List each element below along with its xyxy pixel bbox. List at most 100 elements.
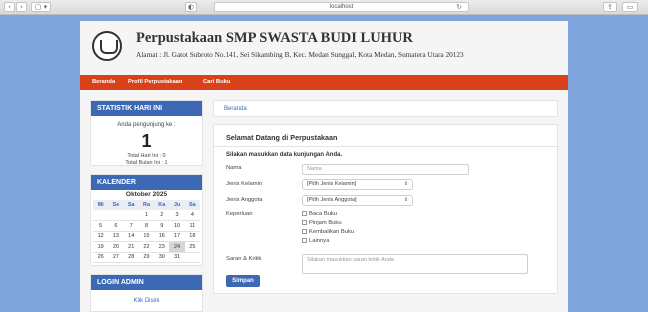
site-address: Alamat : Jl. Gatot Subroto No.141, Sei S… bbox=[136, 50, 464, 59]
jenis-anggota-select[interactable]: [Pilih Jenis Anggota] ⇕ bbox=[302, 195, 413, 206]
checkbox-lainnya[interactable]: Lainnya bbox=[302, 238, 329, 244]
breadcrumb: Beranda bbox=[213, 100, 558, 117]
checkbox-baca-buku[interactable]: Baca Buku bbox=[302, 211, 337, 217]
calendar-day[interactable]: 7 bbox=[123, 220, 139, 232]
saran-label: Saran & Kritik bbox=[226, 256, 262, 262]
calendar-day[interactable]: 9 bbox=[154, 220, 170, 232]
checkbox-label: Kembalikan Buku bbox=[309, 229, 355, 235]
saran-textarea[interactable]: Silakan masukkan saran kritik Anda bbox=[302, 254, 528, 274]
nama-input[interactable]: Nama bbox=[302, 164, 469, 175]
calendar-grid: Mi Se Sa Ra Ka Ju Sa 1 2 3 4 5 6 7 8 9 10 11 12 13 14 15 16 17 1… bbox=[93, 200, 200, 263]
form-title: Selamat Datang di Perpustakaan bbox=[226, 133, 338, 142]
calendar-day[interactable]: 27 bbox=[108, 252, 124, 263]
calendar-day[interactable]: 18 bbox=[184, 231, 200, 242]
calendar-day[interactable]: 5 bbox=[93, 220, 109, 232]
nav-item-profil[interactable]: Profil Perpustakaan bbox=[128, 75, 182, 90]
login-panel: LOGIN ADMIN Klik Disini bbox=[90, 274, 203, 312]
calendar-day[interactable] bbox=[108, 210, 124, 221]
checkbox-pinjam-buku[interactable]: Pinjam Buku bbox=[302, 220, 342, 226]
checkbox-icon[interactable] bbox=[302, 238, 307, 243]
calendar-day[interactable]: 16 bbox=[154, 231, 170, 242]
statistik-panel: STATISTIK HARI INI Anda pengunjung ke : … bbox=[90, 100, 203, 166]
calendar-day[interactable]: 14 bbox=[123, 231, 139, 242]
calendar-day[interactable]: 31 bbox=[169, 252, 185, 263]
checkbox-label: Baca Buku bbox=[309, 211, 338, 217]
calendar-day[interactable] bbox=[123, 210, 139, 221]
reload-icon[interactable]: ↻ bbox=[456, 3, 462, 12]
calendar-day[interactable]: 28 bbox=[123, 252, 139, 263]
divider bbox=[214, 146, 559, 147]
visit-form-panel: Selamat Datang di Perpustakaan Silakan m… bbox=[213, 124, 559, 294]
tabs-overview-icon[interactable]: ▭ bbox=[622, 2, 638, 12]
login-heading: LOGIN ADMIN bbox=[91, 275, 202, 290]
calendar-day[interactable]: 15 bbox=[138, 231, 155, 242]
select-arrow-icon: ⇕ bbox=[403, 181, 408, 187]
login-link[interactable]: Klik Disini bbox=[91, 298, 202, 304]
calendar-day[interactable]: 30 bbox=[154, 252, 170, 263]
calendar-day[interactable]: 2 bbox=[154, 210, 170, 221]
main-nav: Beranda Profil Perpustakaan Cari Buku bbox=[80, 75, 568, 90]
school-logo-icon bbox=[92, 31, 122, 61]
visitor-label: Anda pengunjung ke : bbox=[117, 122, 176, 128]
calendar-day-header: Sa bbox=[123, 200, 139, 210]
total-month: Total Bulan Ini : 1 bbox=[125, 160, 168, 166]
calendar-day[interactable]: 3 bbox=[169, 210, 185, 221]
calendar-day[interactable] bbox=[184, 252, 200, 263]
sidebar-toggle-icon[interactable]: ▢ ▾ bbox=[31, 2, 51, 12]
calendar-day[interactable]: 20 bbox=[108, 241, 124, 253]
checkbox-kembalikan-buku[interactable]: Kembalikan Buku bbox=[302, 229, 354, 235]
calendar-day[interactable]: 12 bbox=[93, 231, 109, 242]
site-container: Perpustakaan SMP SWASTA BUDI LUHUR Alama… bbox=[80, 21, 568, 312]
kalender-heading: KALENDER bbox=[91, 175, 202, 190]
calendar-day-header: Mi bbox=[93, 200, 109, 210]
site-header: Perpustakaan SMP SWASTA BUDI LUHUR Alama… bbox=[80, 21, 568, 75]
calendar-day[interactable]: 1 bbox=[138, 210, 155, 221]
statistik-heading: STATISTIK HARI INI bbox=[91, 101, 202, 116]
jenis-kelamin-select[interactable]: [Pilih Jenis Kelamin] ⇕ bbox=[302, 179, 413, 190]
calendar-day[interactable]: 13 bbox=[108, 231, 124, 242]
form-intro: Silakan masukkan data kunjungan Anda. bbox=[226, 152, 343, 158]
calendar-day[interactable]: 10 bbox=[169, 220, 185, 232]
calendar-day[interactable]: 24 bbox=[169, 241, 185, 253]
calendar-day[interactable] bbox=[93, 210, 109, 221]
nav-item-beranda[interactable]: Beranda bbox=[92, 75, 115, 90]
jenis-kelamin-label: Jenis Kelamin bbox=[226, 181, 263, 187]
calendar-day[interactable]: 11 bbox=[184, 220, 200, 232]
nama-label: Nama bbox=[226, 165, 242, 171]
nav-item-cari-buku[interactable]: Cari Buku bbox=[203, 75, 230, 90]
simpan-button[interactable]: Simpan bbox=[226, 275, 260, 287]
calendar-day[interactable]: 6 bbox=[108, 220, 124, 232]
calendar-day[interactable]: 22 bbox=[138, 241, 155, 253]
select-arrow-icon: ⇕ bbox=[403, 197, 408, 203]
calendar-day[interactable]: 4 bbox=[184, 210, 200, 221]
calendar-day[interactable]: 29 bbox=[138, 252, 155, 263]
page-background: Perpustakaan SMP SWASTA BUDI LUHUR Alama… bbox=[0, 15, 648, 312]
address-bar[interactable]: localhost ↻ bbox=[214, 2, 469, 12]
jenis-kelamin-value: [Pilih Jenis Kelamin] bbox=[307, 181, 357, 187]
calendar-day[interactable]: 26 bbox=[93, 252, 109, 263]
kalender-panel: KALENDER Oktober 2025 Mi Se Sa Ra Ka Ju Sa 1 2 3 4… bbox=[90, 174, 203, 266]
calendar-day[interactable]: 21 bbox=[123, 241, 139, 253]
visitor-number: 1 bbox=[141, 131, 152, 151]
calendar-day[interactable]: 25 bbox=[184, 241, 200, 253]
share-icon[interactable]: ⇪ bbox=[603, 2, 617, 12]
calendar-day-header: Se bbox=[108, 200, 124, 210]
jenis-anggota-label: Jenis Anggota bbox=[226, 197, 263, 203]
checkbox-icon[interactable] bbox=[302, 220, 307, 225]
calendar-day[interactable]: 8 bbox=[138, 220, 155, 232]
calendar-day-header: Sa bbox=[184, 200, 200, 210]
url-text: localhost bbox=[329, 4, 354, 10]
keperluan-label: Keperluan bbox=[226, 211, 253, 217]
shield-icon[interactable]: ◐ bbox=[185, 2, 197, 12]
calendar-day-header: Ra bbox=[138, 200, 155, 210]
breadcrumb-home[interactable]: Beranda bbox=[224, 101, 247, 117]
checkbox-icon[interactable] bbox=[302, 229, 307, 234]
calendar-day[interactable]: 23 bbox=[154, 241, 170, 253]
checkbox-icon[interactable] bbox=[302, 211, 307, 216]
forward-button[interactable]: › bbox=[16, 2, 27, 12]
calendar-day[interactable]: 19 bbox=[93, 241, 109, 253]
back-button[interactable]: ‹ bbox=[4, 2, 15, 12]
calendar-month: Oktober 2025 bbox=[125, 191, 168, 198]
checkbox-label: Lainnya bbox=[309, 238, 330, 244]
calendar-day[interactable]: 17 bbox=[169, 231, 185, 242]
